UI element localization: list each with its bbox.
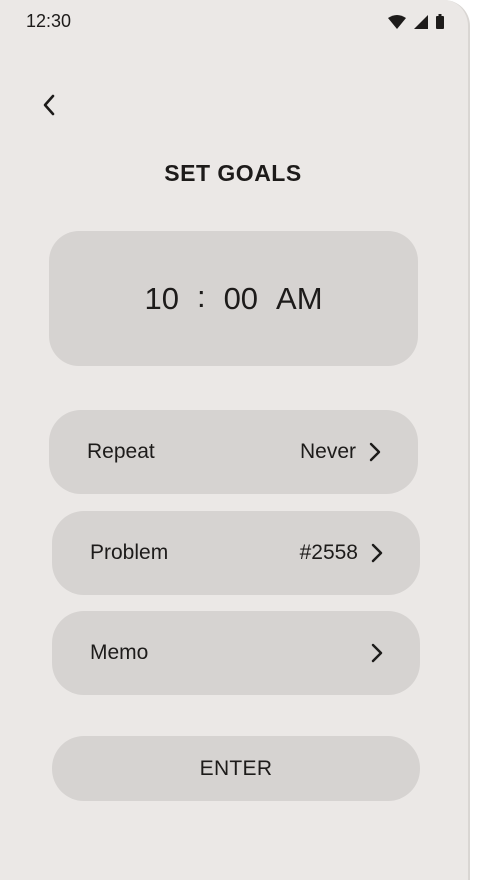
problem-value: #2558 (299, 541, 358, 564)
time-separator: : (196, 278, 206, 314)
problem-label: Problem (90, 541, 169, 564)
problem-row[interactable]: Problem #2558 (52, 511, 420, 595)
chevron-left-icon (41, 94, 57, 121)
memo-label: Memo (90, 641, 149, 664)
battery-icon (436, 14, 444, 29)
memo-row[interactable]: Memo (52, 611, 420, 695)
wifi-icon (388, 14, 406, 29)
enter-button[interactable]: ENTER (52, 736, 420, 801)
phone-screen: 12:30 SET GOALS 10 : 00 AM Repeat Never (0, 0, 470, 880)
am-pm-value[interactable]: AM (276, 281, 323, 317)
chevron-right-icon (370, 543, 384, 563)
chevron-right-icon (368, 442, 382, 462)
page-title: SET GOALS (164, 160, 302, 186)
repeat-value: Never (299, 440, 356, 463)
status-bar: 12:30 (0, 0, 470, 44)
cellular-signal-icon (414, 14, 428, 29)
repeat-label: Repeat (87, 440, 155, 463)
chevron-right-icon (370, 643, 384, 663)
hour-value[interactable]: 10 (144, 281, 178, 317)
back-button[interactable] (34, 92, 64, 122)
minute-value[interactable]: 00 (224, 281, 258, 317)
status-icons (388, 14, 444, 29)
time-picker[interactable]: 10 : 00 AM (49, 231, 418, 366)
status-time: 12:30 (26, 11, 72, 31)
repeat-row[interactable]: Repeat Never (49, 410, 418, 494)
